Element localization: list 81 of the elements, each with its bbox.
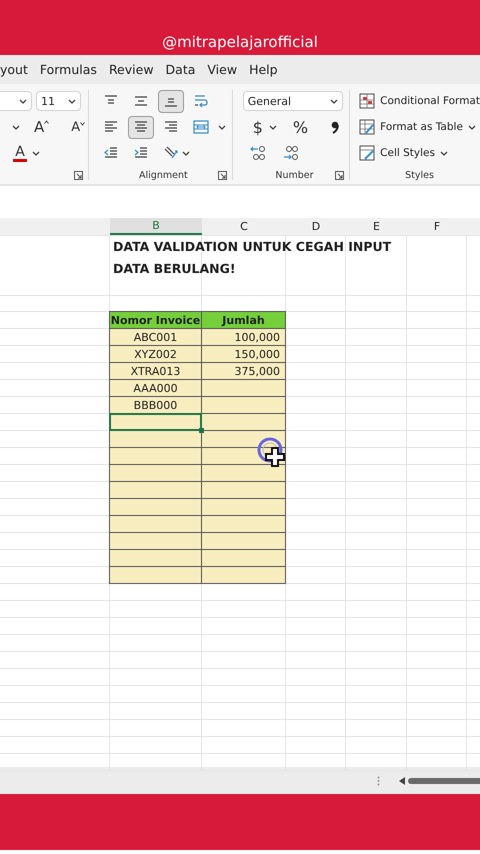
styles-command[interactable]: Cell Styles (359, 145, 448, 161)
up-caret-icon (44, 120, 50, 124)
scroll-left-icon[interactable] (399, 776, 405, 784)
menu-tab[interactable]: Formulas (40, 62, 97, 77)
table-cell[interactable]: XTRA013 (109, 362, 202, 380)
down-caret-icon (80, 122, 86, 126)
align-center-button[interactable] (128, 116, 154, 138)
align-middle-icon (132, 94, 149, 108)
table-cell[interactable] (109, 532, 202, 550)
table-cell[interactable] (109, 447, 202, 465)
caret-icon[interactable] (330, 98, 338, 104)
table-format-icon (359, 119, 376, 135)
menu-tab[interactable]: Help (249, 62, 278, 77)
scrollbar-thumb[interactable] (408, 778, 480, 784)
grip-icon[interactable] (377, 776, 380, 786)
column-header[interactable]: F (407, 218, 467, 235)
grow-font-button[interactable]: A (32, 118, 52, 136)
align-left-icon (102, 120, 119, 134)
menu-tab[interactable]: Review (108, 62, 154, 77)
caret-icon[interactable] (268, 124, 277, 130)
comma-style-icon[interactable] (330, 120, 340, 134)
column-header[interactable]: C (202, 218, 286, 235)
table-cell[interactable] (109, 549, 202, 567)
merge-cells-icon[interactable] (192, 120, 209, 134)
font-size-value: 11 (41, 94, 55, 108)
menu-tab[interactable]: View (207, 62, 238, 77)
sheet-title: DATA VALIDATION UNTUK CEGAH INPUT (112, 238, 392, 256)
font-color-button[interactable]: A (12, 144, 28, 162)
currency-button[interactable]: $ (250, 118, 265, 136)
decrease-indent-icon[interactable] (102, 146, 119, 160)
number-format-dropdown[interactable]: General (242, 91, 343, 111)
table-header-cell: Nomor Invoice (109, 311, 202, 329)
wrap-text-icon[interactable] (192, 93, 209, 109)
column-header[interactable]: B (110, 218, 202, 235)
caret-icon[interactable] (12, 124, 20, 130)
table-cell[interactable]: XYZ002 (109, 345, 202, 363)
shrink-font-button[interactable]: A (69, 120, 88, 134)
cell-style-icon (359, 145, 376, 161)
styles-command[interactable]: Conditional Format (359, 93, 480, 109)
align-right-icon (162, 120, 179, 134)
dialog-launcher-icon[interactable] (74, 170, 83, 180)
table-cell[interactable]: BBB000 (109, 396, 202, 414)
table-cell[interactable] (109, 515, 202, 533)
styles-command[interactable]: Format as Table (359, 119, 476, 135)
table-cell: 150,000 (201, 345, 286, 363)
channel-handle: @mitrapelajarofficial (162, 33, 318, 53)
table-cell[interactable]: AAA000 (109, 379, 202, 397)
caret-icon[interactable] (68, 98, 76, 104)
group-label: Styles (405, 170, 434, 180)
percent-button[interactable]: % (290, 118, 310, 136)
menu-tab[interactable]: Data (166, 62, 196, 77)
increase-decimal-icon[interactable] (248, 145, 267, 161)
increase-indent-icon[interactable] (132, 146, 149, 160)
dialog-launcher-icon[interactable] (218, 170, 227, 180)
table-cell[interactable] (109, 481, 202, 499)
table-cell[interactable]: ABC001 (109, 328, 202, 346)
table-cell[interactable] (109, 464, 202, 482)
table-header-cell: Jumlah (201, 311, 286, 329)
font-size-dropdown[interactable]: 11 (36, 91, 81, 111)
text-orientation-icon[interactable] (162, 146, 179, 160)
dialog-launcher-icon[interactable] (335, 170, 344, 180)
caret-icon[interactable] (182, 150, 190, 156)
number-format-value: General (248, 94, 292, 108)
table-cell: 375,000 (201, 362, 286, 380)
caret-icon[interactable] (19, 98, 27, 104)
caret-icon[interactable] (218, 124, 226, 130)
column-header[interactable]: E (346, 218, 407, 235)
menu-tab[interactable]: yout (0, 62, 28, 77)
table-cell[interactable] (109, 566, 202, 584)
align-center-icon (132, 120, 149, 134)
decrease-decimal-icon[interactable] (282, 145, 300, 161)
sheet-title: DATA BERULANG! (112, 260, 237, 278)
group-label: Alignment (139, 170, 188, 180)
table-cell: 100,000 (201, 328, 286, 346)
align-bottom-button[interactable] (158, 90, 184, 112)
group-label: Number (275, 170, 314, 180)
caret-icon[interactable] (32, 150, 40, 156)
column-header[interactable]: D (286, 218, 346, 235)
table-cell[interactable] (109, 498, 202, 516)
conditional-format-icon (359, 93, 376, 109)
table-cell[interactable] (109, 413, 202, 431)
